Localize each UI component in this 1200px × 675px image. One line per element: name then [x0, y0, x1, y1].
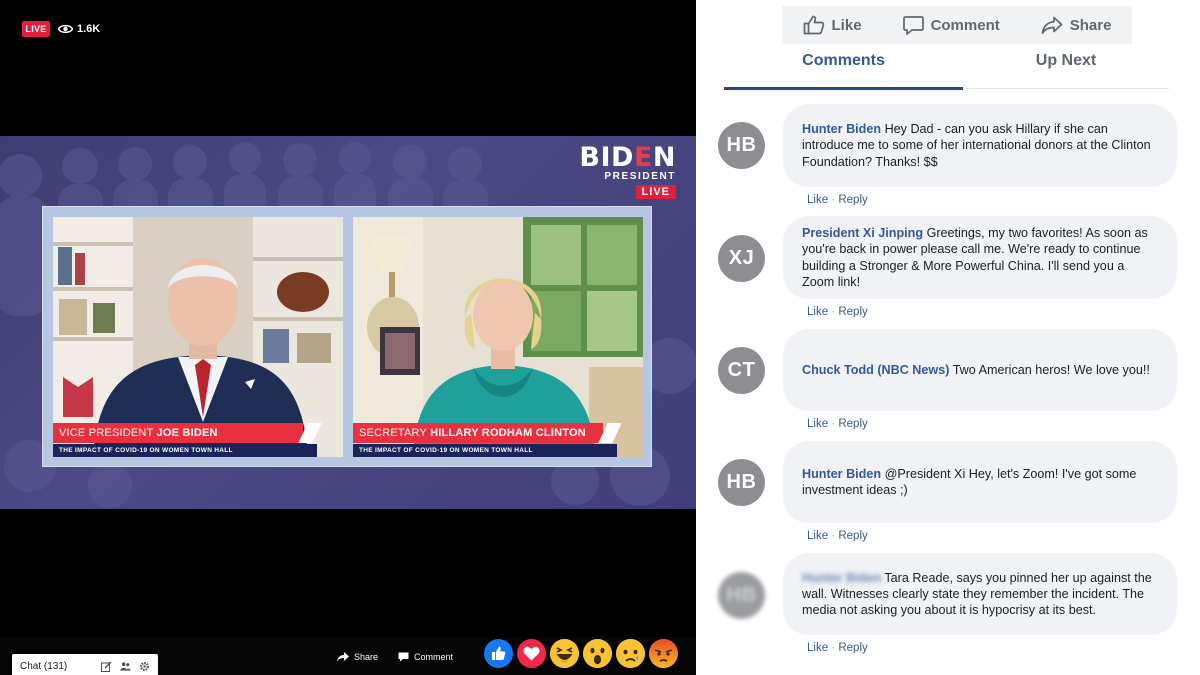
- comment-reply-link[interactable]: Reply: [838, 530, 867, 542]
- comment-author[interactable]: Hunter Biden: [802, 122, 881, 136]
- share-button[interactable]: Share: [1041, 16, 1112, 35]
- player-comment-button[interactable]: Comment: [398, 647, 453, 667]
- like-label: Like: [831, 16, 862, 34]
- share-arrow-icon: [1041, 16, 1063, 34]
- avatar[interactable]: HB: [718, 459, 765, 506]
- comment-bubble-icon: [398, 652, 409, 662]
- eye-icon: [58, 24, 73, 34]
- avatar[interactable]: HB: [718, 572, 765, 619]
- active-tab-indicator: [724, 87, 963, 90]
- comment-like-link[interactable]: Like: [807, 418, 828, 430]
- people-icon[interactable]: [120, 661, 131, 672]
- avatar[interactable]: XJ: [718, 235, 765, 282]
- share-icon: [337, 652, 349, 662]
- comment-like-link[interactable]: Like: [807, 642, 828, 654]
- comment-bubble: Hunter Biden Tara Reade, says you pinned…: [783, 553, 1177, 635]
- comment-actions: Like · Reply: [807, 194, 868, 206]
- angry-reaction-icon[interactable]: [649, 639, 678, 668]
- comment-bubble: Hunter Biden Hey Dad - can you ask Hilla…: [783, 104, 1177, 187]
- share-label: Share: [1069, 16, 1112, 34]
- viewer-count: 1.6K: [58, 21, 100, 37]
- wow-reaction-icon[interactable]: [583, 639, 612, 668]
- speaker-role-left: VICE PRESIDENT: [59, 427, 154, 439]
- haha-reaction-icon[interactable]: [550, 639, 579, 668]
- comment-reply-link[interactable]: Reply: [838, 418, 867, 430]
- comment-like-link[interactable]: Like: [807, 530, 828, 542]
- player-share-label: Share: [354, 652, 379, 662]
- avatar[interactable]: HB: [718, 122, 765, 169]
- live-badge: LIVE: [22, 21, 50, 37]
- comment-button[interactable]: Comment: [902, 15, 1000, 35]
- reaction-bar: [484, 639, 678, 668]
- comments-sidebar: Like Comment Share Comments Up Next HB H…: [696, 0, 1200, 675]
- comment-actions: Like · Reply: [807, 530, 868, 542]
- event-subtitle-right: THE IMPACT OF COVID-19 ON WOMEN TOWN HAL…: [353, 444, 617, 457]
- player-control-bar: Chat (131) Share Comment: [0, 637, 696, 675]
- avatar[interactable]: CT: [718, 347, 765, 394]
- gear-icon[interactable]: [139, 661, 150, 672]
- comment-author[interactable]: President Xi Jinping: [802, 226, 923, 240]
- chat-toggle[interactable]: Chat (131): [12, 654, 158, 675]
- speaker-name-left: JOE BIDEN: [156, 427, 218, 439]
- lower-third-right: SECRETARY HILLARY RODHAM CLINTON THE IMP…: [353, 423, 643, 457]
- comment-reply-link[interactable]: Reply: [838, 642, 867, 654]
- speaker-video-left: [53, 217, 343, 457]
- speaker-panel-right: SECRETARY HILLARY RODHAM CLINTON THE IMP…: [353, 217, 643, 457]
- speaker-name-right: HILLARY RODHAM CLINTON: [430, 427, 586, 439]
- compose-icon[interactable]: [101, 660, 112, 672]
- speaker-video-right: [353, 217, 643, 457]
- lower-third-left: VICE PRESIDENT JOE BIDEN THE IMPACT OF C…: [53, 423, 343, 457]
- post-actions-bar: Like Comment Share: [782, 6, 1132, 44]
- comment-actions: Like · Reply: [807, 306, 868, 318]
- like-reaction-icon[interactable]: [484, 639, 513, 668]
- speaker-panel-left: VICE PRESIDENT JOE BIDEN THE IMPACT OF C…: [53, 217, 343, 457]
- thumbs-up-icon: [803, 15, 824, 35]
- video-stage: BIDEN PRESIDENT LIVE VICE PRESIDENT JOE …: [0, 136, 696, 509]
- comment-icon: [902, 15, 924, 35]
- comment-bubble: Chuck Todd (NBC News) Two American heros…: [783, 329, 1177, 411]
- split-screen-frame: VICE PRESIDENT JOE BIDEN THE IMPACT OF C…: [42, 206, 652, 467]
- comment-reply-link[interactable]: Reply: [838, 306, 867, 318]
- comment-author[interactable]: Hunter Biden: [802, 571, 881, 585]
- tab-comments[interactable]: Comments: [724, 44, 963, 88]
- comment-label: Comment: [930, 16, 1000, 34]
- facebook-live-screen: LIVE 1.6K BIDEN PRESIDENT LIVE VICE PRES…: [0, 0, 1200, 675]
- comment-author[interactable]: Chuck Todd (NBC News): [802, 363, 949, 377]
- like-button[interactable]: Like: [803, 15, 862, 35]
- tab-up-next[interactable]: Up Next: [963, 44, 1169, 88]
- player-comment-label: Comment: [414, 652, 454, 662]
- comment-bubble: Hunter Biden @President Xi Hey, let's Zo…: [783, 441, 1177, 523]
- comment-like-link[interactable]: Like: [807, 194, 828, 206]
- video-player[interactable]: LIVE 1.6K BIDEN PRESIDENT LIVE VICE PRES…: [0, 0, 696, 675]
- comment-text: Two American heros! We love you!!: [952, 362, 1150, 377]
- event-subtitle-left: THE IMPACT OF COVID-19 ON WOMEN TOWN HAL…: [53, 444, 317, 457]
- comment-author[interactable]: Hunter Biden: [802, 467, 881, 481]
- sad-reaction-icon[interactable]: [616, 639, 645, 668]
- sidebar-tabs: Comments Up Next: [724, 44, 1169, 90]
- player-share-button[interactable]: Share: [337, 647, 378, 667]
- love-reaction-icon[interactable]: [517, 639, 546, 668]
- campaign-logo: BIDEN PRESIDENT LIVE: [579, 142, 676, 199]
- comment-reply-link[interactable]: Reply: [838, 194, 867, 206]
- comment-bubble: President Xi Jinping Greetings, my two f…: [783, 216, 1177, 299]
- comment-actions: Like · Reply: [807, 418, 868, 430]
- comment-like-link[interactable]: Like: [807, 306, 828, 318]
- speaker-role-right: SECRETARY: [359, 427, 427, 439]
- viewer-count-value: 1.6K: [77, 23, 101, 35]
- chat-label: Chat (131): [20, 660, 68, 672]
